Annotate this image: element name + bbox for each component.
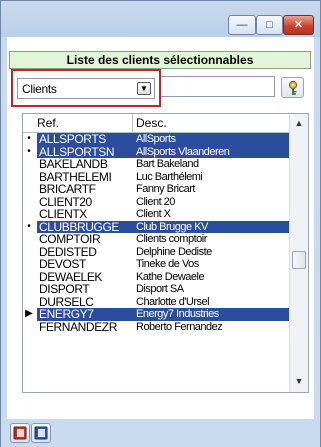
table-row[interactable]: ▶ ENERGY7 Energy7 Industries xyxy=(23,308,289,321)
key-icon xyxy=(288,80,298,95)
table-row[interactable]: BRICARTF Fanny Bricart xyxy=(23,183,289,196)
cell-desc: Tineke de Vos xyxy=(136,258,199,270)
row-marker xyxy=(23,208,35,221)
cell-desc: Club Brugge KV xyxy=(133,220,289,233)
notebook-blue-button[interactable] xyxy=(31,423,51,443)
table-row[interactable]: BAKELANDB Bart Bakeland xyxy=(23,158,289,171)
row-marker xyxy=(23,296,35,309)
notebook-red-button[interactable] xyxy=(10,423,30,443)
cell-desc: Kathe Dewaele xyxy=(136,270,205,283)
cell-ref: ALLSPORTS xyxy=(37,133,133,146)
row-marker xyxy=(23,321,35,334)
cell-desc: AllSports xyxy=(133,133,289,146)
cell-desc: Bart Bakeland xyxy=(136,158,199,170)
minimize-button[interactable]: — xyxy=(228,15,256,35)
cell-desc: Charlotte d'Ursel xyxy=(136,295,210,308)
table-row[interactable]: COMPTOIR Clients comptoir xyxy=(23,233,289,246)
row-marker: • xyxy=(27,145,31,157)
row-marker xyxy=(23,196,35,209)
table-row[interactable]: CLIENTX Client X xyxy=(23,208,289,221)
maximize-button[interactable]: □ xyxy=(256,15,283,35)
column-divider[interactable] xyxy=(132,114,133,132)
row-marker xyxy=(23,283,35,296)
cell-ref: ENERGY7 xyxy=(37,308,133,321)
filter-input[interactable] xyxy=(161,76,275,97)
cell-ref: BRICARTF xyxy=(39,182,96,196)
cell-ref: DEVOST xyxy=(39,257,86,271)
cell-desc: AllSports Vlaanderen xyxy=(133,145,289,158)
cell-ref: CLIENTX xyxy=(39,207,87,221)
clients-grid[interactable]: Ref. Desc. • ALLSPORTS AllSports • ALLSPORT… xyxy=(22,113,309,393)
row-marker xyxy=(23,233,35,246)
chevron-down-icon[interactable]: ▼ xyxy=(137,82,151,95)
highlight-frame: Clients ▼ xyxy=(11,69,161,107)
cell-desc: Fanny Bricart xyxy=(136,183,195,195)
cell-desc: Energy7 Industries xyxy=(133,308,289,321)
column-header-desc[interactable]: Desc. xyxy=(136,116,286,130)
row-marker xyxy=(23,158,35,171)
cell-ref: FERNANDEZR xyxy=(39,319,118,334)
title-bar[interactable]: — □ ✕ xyxy=(1,1,320,37)
row-marker xyxy=(23,171,35,184)
list-title: Liste des clients sélectionnables xyxy=(9,51,311,69)
cell-desc: Client X xyxy=(136,208,171,220)
table-row[interactable]: • ALLSPORTS AllSports xyxy=(23,133,289,146)
cell-desc: Luc Barthélemi xyxy=(136,170,203,183)
table-row[interactable]: DISPORT Disport SA xyxy=(23,283,289,296)
scroll-up-icon[interactable]: ▲ xyxy=(290,114,308,132)
row-marker xyxy=(23,246,35,259)
row-marker xyxy=(23,183,35,196)
notebook-blue-icon xyxy=(34,426,48,440)
table-row[interactable]: DEVOST Tineke de Vos xyxy=(23,258,289,271)
grid-header: Ref. Desc. xyxy=(23,114,289,133)
table-row[interactable]: FERNANDEZR Roberto Fernandez xyxy=(23,319,289,334)
row-marker: • xyxy=(27,220,31,232)
vertical-scrollbar[interactable]: ▲ ▼ xyxy=(289,114,308,392)
client-type-value: Clients xyxy=(22,82,57,96)
cell-desc: Clients comptoir xyxy=(136,233,207,245)
key-button[interactable] xyxy=(281,77,304,98)
scroll-thumb[interactable] xyxy=(292,251,306,269)
cell-ref: COMPTOIR xyxy=(39,232,101,246)
cell-desc: Delphine Dediste xyxy=(136,245,212,258)
cell-desc: Disport SA xyxy=(136,283,184,295)
row-marker: • xyxy=(27,133,31,144)
row-marker: ▶ xyxy=(25,308,33,319)
column-header-ref[interactable]: Ref. xyxy=(37,116,137,130)
close-button[interactable]: ✕ xyxy=(283,15,314,35)
scroll-down-icon[interactable]: ▼ xyxy=(290,372,308,390)
cell-desc: Client 20 xyxy=(136,195,175,208)
cell-desc: Roberto Fernandez xyxy=(136,320,223,333)
client-type-select[interactable]: Clients ▼ xyxy=(17,78,155,99)
row-marker xyxy=(23,258,35,271)
row-marker xyxy=(23,271,35,284)
cell-ref: BAKELANDB xyxy=(39,157,108,171)
cell-ref: DISPORT xyxy=(39,282,90,296)
grid-rows: • ALLSPORTS AllSports • ALLSPORTSN AllSports… xyxy=(23,133,289,333)
notebook-red-icon xyxy=(13,426,27,440)
bottom-toolbar xyxy=(1,419,320,447)
